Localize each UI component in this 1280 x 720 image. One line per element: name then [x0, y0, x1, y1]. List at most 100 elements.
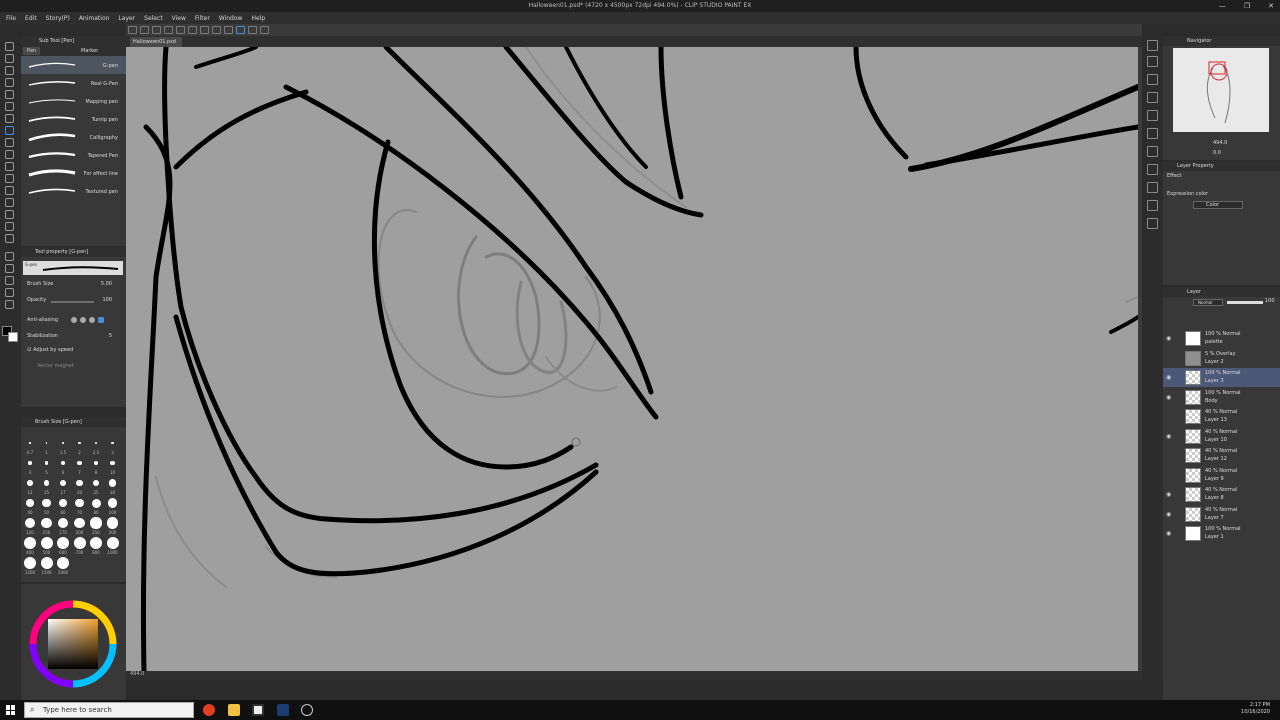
brush-size-dot[interactable] — [73, 537, 86, 549]
fill-tool-icon[interactable] — [5, 210, 14, 219]
brush-item-mapping-pen[interactable]: Mapping pen — [21, 92, 126, 110]
brush-size-dot[interactable] — [45, 442, 48, 444]
eyedropper-icon[interactable] — [5, 114, 14, 123]
brush-size-dot[interactable] — [90, 517, 102, 529]
brush-size-dot[interactable] — [44, 461, 49, 465]
brush-item-effect-line[interactable]: For effect line — [21, 164, 126, 182]
panel-toggle-icon[interactable] — [1147, 200, 1158, 211]
maximize-icon[interactable]: ❐ — [1244, 2, 1250, 10]
operation-tool-icon[interactable] — [5, 66, 14, 75]
print-icon[interactable] — [164, 26, 173, 34]
undo-icon[interactable] — [176, 26, 185, 34]
brush-size-dot[interactable] — [106, 537, 119, 549]
brush-size-dot[interactable] — [43, 480, 50, 486]
menu-layer[interactable]: Layer — [118, 15, 135, 22]
layer-row[interactable]: ◉ 40 % Normal Layer 8 — [1163, 485, 1280, 504]
clock-date[interactable]: 10/16/2020 — [1241, 709, 1270, 716]
brush-item-real-g-pen[interactable]: Real G-Pen — [21, 74, 126, 92]
close-icon[interactable]: ✕ — [1268, 2, 1274, 10]
panel-toggle-icon[interactable] — [1147, 146, 1158, 157]
tab-pen[interactable]: Pen — [23, 47, 41, 55]
brush-size-dot[interactable] — [58, 498, 68, 508]
brush-size-row[interactable]: Brush Size 5.00 — [27, 281, 120, 291]
brush-size-dot[interactable] — [24, 557, 36, 569]
layer-opacity-slider[interactable] — [1227, 301, 1263, 304]
menu-edit[interactable]: Edit — [25, 15, 37, 22]
navigator-rotate[interactable]: 0.0 — [1213, 150, 1221, 156]
pencil-tool-icon[interactable] — [5, 138, 14, 147]
windows-start-icon[interactable] — [6, 705, 16, 715]
move-layer-icon[interactable] — [5, 78, 14, 87]
brush-size-dot[interactable] — [61, 461, 65, 465]
brush-size-dot[interactable] — [76, 479, 83, 487]
brush-item-turnip-pen[interactable]: Turnip pen — [21, 110, 126, 128]
drawing-canvas[interactable] — [126, 47, 1138, 671]
brush-size-dot[interactable] — [78, 441, 81, 445]
eraser-tool-icon[interactable] — [5, 186, 14, 195]
layer-row[interactable]: 40 % Normal Layer 9 — [1163, 466, 1280, 485]
settings-icon[interactable] — [200, 26, 209, 34]
brush-size-dot[interactable] — [25, 518, 35, 528]
open-file-icon[interactable] — [140, 26, 149, 34]
figure-tool-icon[interactable] — [5, 234, 14, 243]
brush-size-dot[interactable] — [75, 498, 84, 508]
panel-toggle-icon[interactable] — [1147, 164, 1158, 175]
brush-size-dot[interactable] — [90, 537, 102, 549]
decoration-tool-icon[interactable] — [5, 174, 14, 183]
antialiasing-options[interactable] — [71, 317, 104, 323]
brush-size-dot[interactable] — [40, 537, 53, 549]
correct-line-icon[interactable] — [5, 300, 14, 309]
text-tool-icon[interactable] — [5, 276, 14, 285]
file-explorer-icon[interactable] — [228, 704, 240, 716]
tab-marker[interactable]: Marker — [77, 47, 102, 55]
menu-file[interactable]: File — [6, 15, 16, 22]
deselect-icon[interactable] — [224, 26, 233, 34]
panel-toggle-icon[interactable] — [1147, 128, 1158, 139]
snap-grid-icon[interactable] — [260, 26, 269, 34]
brush-size-dot[interactable] — [74, 517, 85, 529]
brush-size-dot[interactable] — [57, 537, 69, 549]
panel-toggle-icon[interactable] — [1147, 218, 1158, 229]
menu-story[interactable]: Story(P) — [46, 15, 70, 22]
color-wheel[interactable] — [21, 584, 126, 700]
eye-icon[interactable]: ◉ — [1166, 374, 1171, 381]
menu-view[interactable]: View — [172, 15, 186, 22]
adjust-speed-checkbox[interactable]: ☑ Adjust by speed — [27, 347, 120, 357]
brush-size-dot[interactable] — [92, 479, 100, 487]
navigator-thumbnail[interactable] — [1173, 48, 1269, 132]
panel-toggle-icon[interactable] — [1147, 92, 1158, 103]
menu-help[interactable]: Help — [251, 15, 265, 22]
brush-size-dot[interactable] — [26, 499, 34, 507]
brush-size-dot[interactable] — [29, 442, 31, 444]
layer-row[interactable]: 40 % Normal Layer 12 — [1163, 446, 1280, 465]
brush-item-textured-pen[interactable]: Textured pen — [21, 182, 126, 200]
menu-animation[interactable]: Animation — [79, 15, 110, 22]
layer-row[interactable]: 40 % Normal Layer 13 — [1163, 407, 1280, 426]
eye-icon[interactable]: ◉ — [1166, 335, 1171, 342]
opacity-row[interactable]: Opacity 100 — [27, 297, 120, 307]
menu-filter[interactable]: Filter — [195, 15, 210, 22]
brush-size-dot[interactable] — [107, 498, 118, 508]
eye-icon[interactable]: ◉ — [1166, 394, 1171, 401]
redo-icon[interactable] — [188, 26, 197, 34]
eye-icon[interactable]: ◉ — [1166, 491, 1171, 498]
layer-row[interactable]: 5 % Overlay Layer 2 — [1163, 349, 1280, 368]
layer-row[interactable]: ◉ 100 % Normal palette — [1163, 329, 1280, 348]
lasso-tool-icon[interactable] — [5, 102, 14, 111]
brush-size-dot[interactable] — [62, 442, 64, 444]
brush-size-dot[interactable] — [93, 460, 99, 466]
pen-tool-icon[interactable] — [5, 126, 14, 135]
transform-icon[interactable] — [212, 26, 221, 34]
firefox-icon[interactable] — [203, 704, 215, 716]
brush-size-dot[interactable] — [40, 557, 53, 569]
layer-row[interactable]: ◉ 100 % Normal Body — [1163, 388, 1280, 407]
new-file-icon[interactable] — [128, 26, 137, 34]
brush-size-dot[interactable] — [111, 441, 114, 445]
panel-toggle-icon[interactable] — [1147, 56, 1158, 67]
airbrush-tool-icon[interactable] — [5, 162, 14, 171]
brush-size-dot[interactable] — [42, 498, 51, 508]
sub-color-swatch[interactable] — [8, 332, 18, 342]
eye-icon[interactable]: ◉ — [1166, 511, 1171, 518]
balloon-tool-icon[interactable] — [5, 288, 14, 297]
brush-size-dot[interactable] — [57, 517, 69, 529]
